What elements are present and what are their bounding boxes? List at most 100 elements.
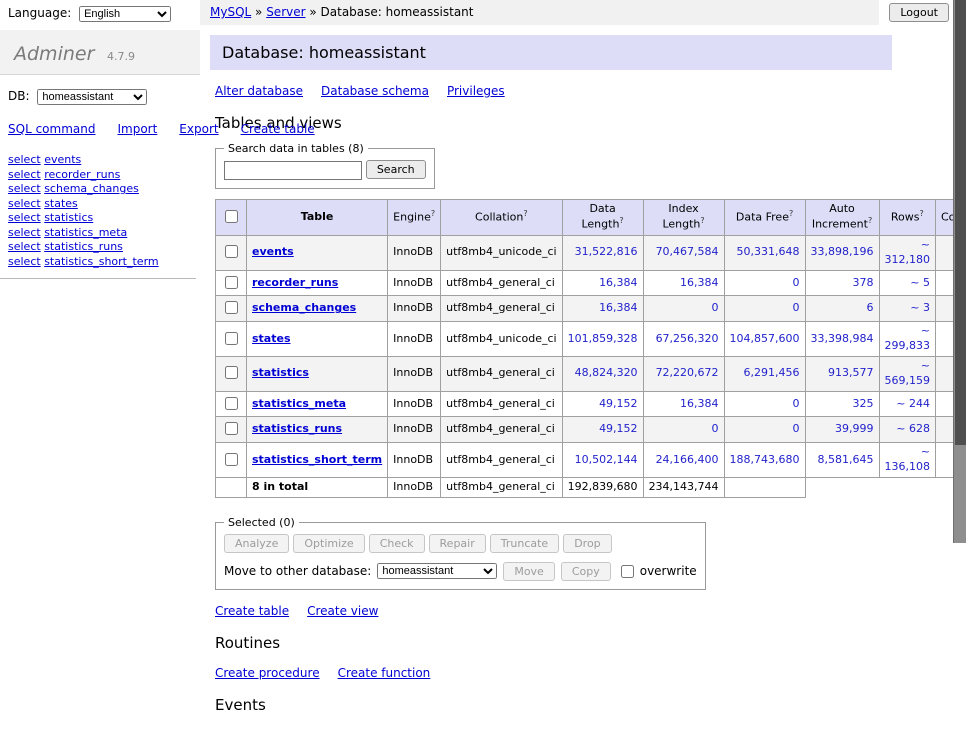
checkbox-cell [216,270,247,296]
app-name[interactable]: Adminer [14,43,94,65]
index-length-cell: 16,384 [643,391,724,417]
auto-increment-cell: 325 [805,391,879,417]
breadcrumb-item[interactable]: Server [266,5,305,19]
overwrite-checkbox[interactable] [621,565,634,578]
row-checkbox[interactable] [225,301,238,314]
select-link[interactable]: select [8,168,41,181]
row-checkbox[interactable] [225,276,238,289]
column-header: Data Length? [562,199,643,235]
help-icon: ? [789,209,793,218]
copy-button[interactable]: Copy [561,562,611,581]
table-row: statesInnoDButf8mb4_unicode_ci101,859,32… [216,322,966,357]
table-name-link[interactable]: events [252,245,294,258]
table-link[interactable]: events [44,153,81,166]
rows-cell: ~ 5 [879,270,935,296]
app-version: 4.7.9 [107,50,135,63]
tables-grid: TableEngine?Collation?Data Length?Index … [215,199,966,498]
engine-cell: InnoDB [388,477,441,497]
select-link[interactable]: select [8,240,41,253]
link[interactable]: Create function [338,666,431,680]
drop-button[interactable]: Drop [563,534,611,553]
table-name-link[interactable]: statistics_runs [252,422,342,435]
move-button[interactable]: Move [503,562,555,581]
table-row: statistics_runsInnoDButf8mb4_general_ci4… [216,417,966,443]
table-link[interactable]: schema_changes [44,182,139,195]
select-link[interactable]: select [8,182,41,195]
engine-cell: InnoDB [388,443,441,478]
language-select[interactable]: English [79,6,171,22]
db-row: DB: homeassistant [0,75,200,107]
table-link[interactable]: statistics [44,211,93,224]
index-length-cell: 72,220,672 [643,356,724,391]
table-name-link[interactable]: states [252,332,291,345]
table-row: statisticsInnoDButf8mb4_general_ci48,824… [216,356,966,391]
db-select[interactable]: homeassistant [37,89,147,105]
link[interactable]: Alter database [215,84,303,98]
move-db-select[interactable]: homeassistant [377,563,497,579]
select-link[interactable]: select [8,255,41,268]
vertical-scrollbar[interactable] [953,0,966,543]
select-link[interactable]: select [8,211,41,224]
scrollbar-thumb[interactable] [955,0,966,445]
engine-cell: InnoDB [388,235,441,270]
breadcrumb-item[interactable]: MySQL [210,5,251,19]
optimize-button[interactable]: Optimize [293,534,364,553]
table-link[interactable]: statistics_short_term [44,255,158,268]
engine-cell: InnoDB [388,270,441,296]
table-name-link[interactable]: statistics_short_term [252,453,382,466]
index-length-cell: 0 [643,296,724,322]
check-button[interactable]: Check [369,534,425,553]
help-icon: ? [431,209,435,218]
table-name-link[interactable]: statistics_meta [252,397,346,410]
table-link[interactable]: recorder_runs [44,168,120,181]
search-button[interactable]: Search [366,160,426,179]
row-checkbox[interactable] [225,245,238,258]
move-label: Move to other database: [224,564,371,578]
rows-cell: ~ 299,833 [879,322,935,357]
analyze-button[interactable]: Analyze [224,534,289,553]
select-link[interactable]: select [8,197,41,210]
table-name-cell: statistics_meta [247,391,388,417]
select-all-checkbox[interactable] [225,210,238,223]
table-link[interactable]: statistics_meta [44,226,127,239]
db-links: Alter database Database schema Privileges [215,84,892,98]
collation-cell: utf8mb4_unicode_ci [441,322,562,357]
sidebar-link[interactable]: SQL command [8,122,95,136]
sidebar-link[interactable]: Export [179,122,218,136]
row-checkbox[interactable] [225,332,238,345]
row-checkbox[interactable] [225,366,238,379]
repair-button[interactable]: Repair [429,534,486,553]
truncate-button[interactable]: Truncate [490,534,559,553]
data-length-cell: 48,824,320 [562,356,643,391]
table-name-link[interactable]: recorder_runs [252,276,338,289]
table-link[interactable]: statistics_runs [44,240,123,253]
link[interactable]: Privileges [447,84,505,98]
link[interactable]: Create procedure [215,666,320,680]
link[interactable]: Create view [307,604,378,618]
auto-increment-cell: 39,999 [805,417,879,443]
table-name-link[interactable]: schema_changes [252,301,356,314]
logout-button[interactable]: Logout [889,3,949,22]
selected-legend: Selected (0) [224,516,299,529]
sidebar-link[interactable]: Create table [241,122,315,136]
link[interactable]: Create table [215,604,289,618]
row-checkbox[interactable] [225,453,238,466]
column-header: Auto Increment? [805,199,879,235]
sidebar-links: SQL commandImportExportCreate table [8,119,188,139]
search-input[interactable] [224,161,362,180]
select-link[interactable]: select [8,226,41,239]
table-name-link[interactable]: statistics [252,366,309,379]
auto-increment-cell: 8,581,645 [805,443,879,478]
language-row: Language: English [0,0,200,26]
row-checkbox[interactable] [225,397,238,410]
collation-cell: utf8mb4_general_ci [441,391,562,417]
index-length-total-cell: 234,143,744 [643,477,724,497]
select-link[interactable]: select [8,153,41,166]
sidebar-link[interactable]: Import [117,122,157,136]
column-header: Collation? [441,199,562,235]
index-length-cell: 67,256,320 [643,322,724,357]
data-free-cell: 0 [724,417,805,443]
row-checkbox[interactable] [225,422,238,435]
table-link[interactable]: states [44,197,78,210]
link[interactable]: Database schema [321,84,429,98]
